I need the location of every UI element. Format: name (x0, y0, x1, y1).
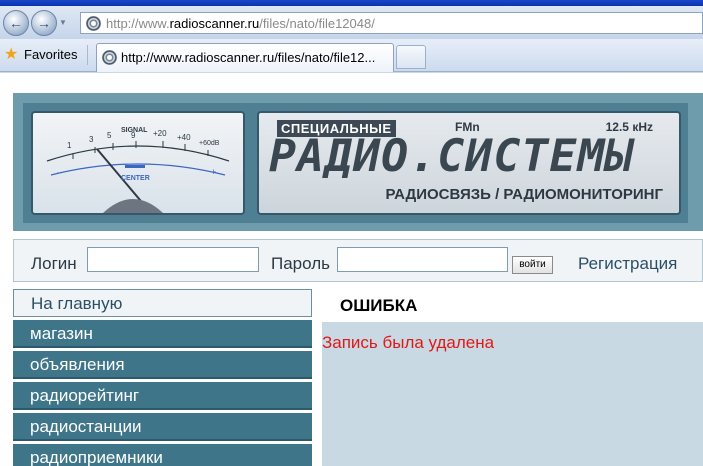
error-message: Запись была удалена (322, 333, 495, 352)
web-page: – + SIGNAL CENTER 1 3 5 9 +20 +40 +60dB … (0, 73, 703, 466)
address-prefix: http://www. (106, 16, 170, 31)
svg-text:+: + (211, 167, 216, 177)
tab-title: http://www.radioscanner.ru/files/nato/fi… (121, 50, 376, 65)
login-submit-button[interactable]: войти (512, 256, 553, 274)
login-label: Логин (31, 254, 77, 273)
star-icon: ★ (4, 46, 19, 63)
error-title: ОШИБКА (340, 296, 418, 315)
side-menu: На главную магазин объявления радиорейти… (13, 289, 312, 466)
content-header: ОШИБКА (322, 289, 703, 322)
toolbar-separator (87, 45, 88, 65)
address-path: /files/nato/file12048/ (259, 16, 375, 31)
tab-favicon-icon (102, 50, 117, 65)
login-bar: Логин Пароль войти Регистрация (13, 239, 703, 282)
register-link[interactable]: Регистрация (578, 254, 677, 274)
menu-item-radio-receivers[interactable]: радиоприемники (13, 444, 312, 466)
meter-scale-1: 1 (67, 141, 72, 150)
menu-item-radio-rating[interactable]: радиорейтинг (13, 382, 312, 410)
menu-item-shop[interactable]: магазин (13, 320, 312, 348)
meter-scale-40: +40 (177, 133, 191, 142)
forward-arrow-icon: → (37, 15, 51, 31)
meter-scale-60db: +60dB (199, 140, 220, 147)
site-subtitle: РАДИОСВЯЗЬ / РАДИОМОНИТОРИНГ (385, 186, 663, 203)
meter-scale-3: 3 (89, 135, 94, 144)
password-input[interactable] (337, 247, 508, 272)
svg-text:–: – (57, 167, 62, 177)
address-row: ← → ▼ http://www.radioscanner.ru/files/n… (0, 6, 703, 39)
password-label: Пароль (271, 254, 330, 273)
new-tab-button[interactable] (396, 45, 426, 69)
signal-meter-logo: – + SIGNAL CENTER 1 3 5 9 +20 +40 +60dB (31, 111, 245, 215)
address-bar[interactable]: http://www.radioscanner.ru/files/nato/fi… (80, 12, 703, 34)
browser-tab-active[interactable]: http://www.radioscanner.ru/files/nato/fi… (96, 43, 394, 72)
history-dropdown-icon[interactable]: ▼ (59, 18, 69, 28)
menu-item-ads[interactable]: объявления (13, 351, 312, 379)
menu-item-radio-stations[interactable]: радиостанции (13, 413, 312, 441)
address-text[interactable]: http://www.radioscanner.ru/files/nato/fi… (106, 16, 375, 31)
banner-inner: – + SIGNAL CENTER 1 3 5 9 +20 +40 +60dB … (23, 103, 688, 223)
meter-scale-5: 5 (107, 131, 112, 140)
site-title-display: СПЕЦИАЛЬНЫЕ FMn 12.5 кHz РАДИО.СИСТЕМЫ Р… (257, 111, 681, 215)
login-input[interactable] (87, 247, 259, 272)
main-content: ОШИБКА Запись была удалена (322, 289, 703, 466)
site-title: РАДИО.СИСТЕМЫ (269, 131, 634, 182)
meter-scale-20: +20 (153, 129, 167, 138)
meter-center-label: CENTER (121, 175, 150, 182)
address-host: radioscanner.ru (169, 16, 260, 31)
site-favicon-icon (86, 16, 101, 31)
meter-scale-9: 9 (131, 131, 136, 140)
back-button[interactable]: ← (3, 10, 29, 36)
forward-button[interactable]: → (31, 10, 57, 36)
back-arrow-icon: ← (9, 15, 23, 31)
site-banner: – + SIGNAL CENTER 1 3 5 9 +20 +40 +60dB … (13, 93, 703, 231)
favorites-button[interactable]: ★ Favorites (4, 44, 77, 66)
favorites-label: Favorites (24, 47, 78, 62)
menu-item-home[interactable]: На главную (13, 289, 312, 317)
tabs-row: ★ Favorites http://www.radioscanner.ru/f… (0, 39, 703, 72)
